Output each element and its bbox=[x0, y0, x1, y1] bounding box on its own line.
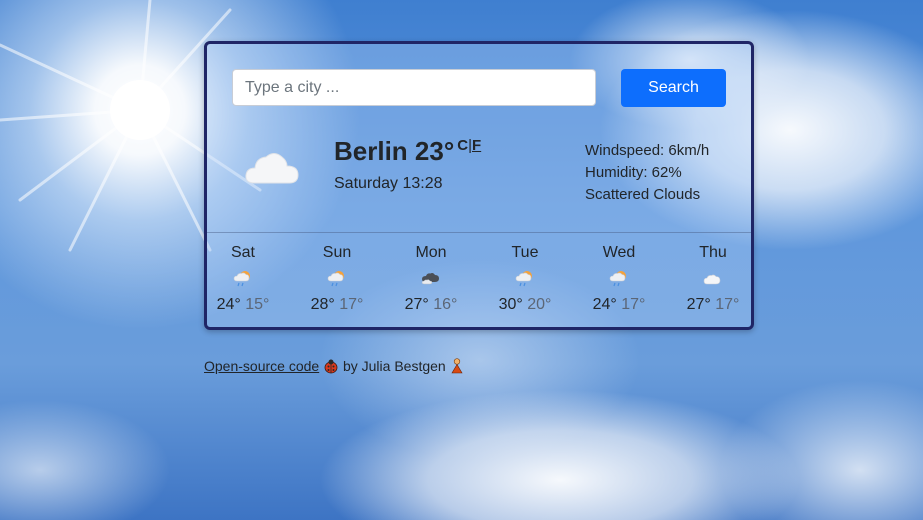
author-credit: by Julia Bestgen bbox=[342, 358, 446, 374]
temp-max: 27° bbox=[404, 296, 429, 313]
temp-max: 24° bbox=[216, 296, 241, 313]
forecast-temps: 30° 20° bbox=[485, 296, 565, 314]
rain-sun-icon bbox=[515, 271, 532, 287]
footer: Open-source code by Julia Bestgen bbox=[204, 358, 464, 374]
humidity: Humidity: 62% bbox=[585, 164, 682, 181]
forecast-day: Sun 28° 17° bbox=[297, 244, 377, 314]
forecast-temps: 24° 15° bbox=[203, 296, 283, 314]
forecast-day-name: Thu bbox=[699, 244, 727, 261]
temp-max: 24° bbox=[592, 296, 617, 313]
forecast-temps: 27° 16° bbox=[391, 296, 471, 314]
forecast-day-name: Sat bbox=[230, 244, 255, 261]
city-name: Berlin bbox=[334, 136, 408, 166]
current-datetime: Saturday 13:28 bbox=[334, 175, 443, 192]
dark-cloud-icon bbox=[421, 273, 439, 285]
open-source-link[interactable]: Open-source code bbox=[204, 358, 319, 374]
forecast-day: Wed 24° 17° bbox=[579, 244, 659, 314]
divider bbox=[207, 232, 751, 233]
current-city-temperature: Berlin 23° C|F bbox=[334, 136, 481, 167]
fahrenheit-link[interactable]: F bbox=[472, 137, 481, 154]
weather-description: Scattered Clouds bbox=[585, 186, 701, 203]
forecast-day: Tue 30° 20° bbox=[485, 244, 565, 314]
forecast-temps: 28° 17° bbox=[297, 296, 377, 314]
temp-min: 17° bbox=[339, 296, 364, 313]
forecast-temps: 24° 17° bbox=[579, 296, 659, 314]
unit-switch: C|F bbox=[457, 137, 481, 154]
person-icon bbox=[451, 358, 463, 374]
current-temperature: 23° bbox=[414, 136, 455, 166]
windspeed: Windspeed: 6km/h bbox=[585, 142, 710, 159]
rain-sun-icon bbox=[233, 271, 250, 287]
forecast-day-name: Wed bbox=[602, 244, 636, 261]
cloud-icon bbox=[703, 274, 721, 285]
rain-sun-icon bbox=[609, 271, 626, 287]
ladybug-icon bbox=[324, 359, 338, 374]
temp-min: 17° bbox=[715, 296, 740, 313]
forecast: Sat 24° 15° Sun 28° 17° Mon 27° 16° Tue … bbox=[207, 244, 751, 324]
search-button[interactable]: Search bbox=[621, 69, 726, 107]
city-search-input[interactable] bbox=[232, 69, 596, 106]
forecast-day-name: Sun bbox=[322, 244, 352, 261]
temp-min: 15° bbox=[245, 296, 270, 313]
temp-max: 30° bbox=[498, 296, 523, 313]
forecast-temps: 27° 17° bbox=[673, 296, 753, 314]
temp-min: 20° bbox=[527, 296, 552, 313]
weather-details: Windspeed: 6km/h Humidity: 62% Scattered… bbox=[585, 140, 709, 206]
forecast-day: Sat 24° 15° bbox=[203, 244, 283, 314]
temp-max: 27° bbox=[686, 296, 711, 313]
temp-min: 16° bbox=[433, 296, 458, 313]
temp-min: 17° bbox=[621, 296, 646, 313]
forecast-day: Thu 27° 17° bbox=[673, 244, 753, 314]
weather-card: Search Berlin 23°C|F Saturday 13:28 Wind… bbox=[204, 41, 754, 330]
forecast-day: Mon 27° 16° bbox=[391, 244, 471, 314]
temp-max: 28° bbox=[310, 296, 335, 313]
forecast-day-name: Mon bbox=[415, 244, 447, 261]
forecast-day-name: Tue bbox=[511, 244, 539, 261]
celsius-link[interactable]: C bbox=[457, 137, 468, 154]
cloud-icon bbox=[245, 153, 299, 184]
rain-sun-icon bbox=[327, 271, 344, 287]
